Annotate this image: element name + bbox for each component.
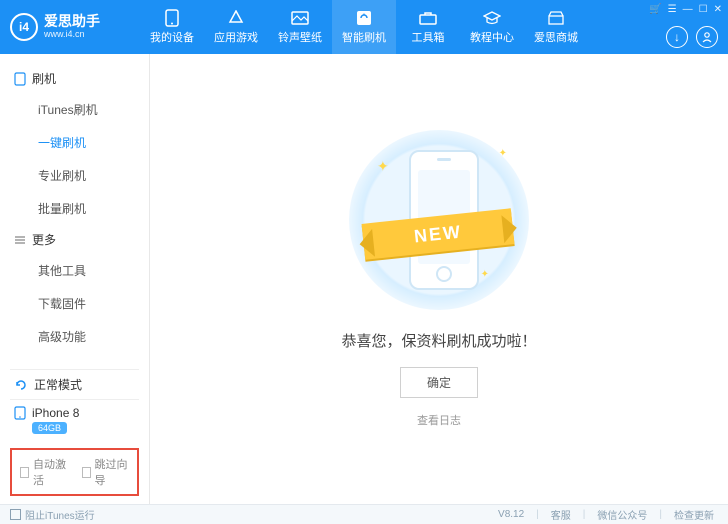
footer: 阻止iTunes运行 V8.12| 客服| 微信公众号| 检查更新 (0, 504, 728, 524)
window-controls: 🛒 ☰ — ☐ ✕ (649, 4, 722, 15)
app-icon (227, 9, 245, 27)
post-flash-options: 自动激活 跳过向导 (10, 448, 139, 496)
brand: i4 爱思助手 www.i4.cn (10, 13, 140, 41)
sparkle-icon: ✦ (481, 269, 489, 280)
graduation-icon (483, 9, 501, 27)
wechat-link[interactable]: 微信公众号 (593, 507, 651, 522)
phone-icon (163, 9, 181, 27)
topbar: i4 爱思助手 www.i4.cn 我的设备 应用游戏 铃声壁纸 智能刷机 工具… (0, 0, 728, 54)
nav-label: 教程中心 (470, 29, 514, 45)
refresh-icon (14, 378, 28, 392)
view-log-link[interactable]: 查看日志 (417, 412, 461, 428)
auto-activate-checkbox[interactable]: 自动激活 (20, 456, 68, 488)
settings-icon[interactable]: ☰ (668, 4, 677, 15)
sidebar-item-batch-flash[interactable]: 批量刷机 (0, 192, 149, 225)
nav-apps-games[interactable]: 应用游戏 (204, 0, 268, 54)
sparkle-icon: ✦ (377, 158, 389, 175)
sidebar-item-itunes-flash[interactable]: iTunes刷机 (0, 93, 149, 126)
ok-button[interactable]: 确定 (400, 367, 478, 398)
phone-outline-icon (14, 72, 26, 86)
nav-label: 铃声壁纸 (278, 29, 322, 45)
flash-icon (355, 9, 373, 27)
user-icon[interactable] (696, 26, 718, 48)
sidebar: 刷机 iTunes刷机 一键刷机 专业刷机 批量刷机 更多 其他工具 下载固件 … (0, 54, 150, 504)
sidebar-item-other-tools[interactable]: 其他工具 (0, 254, 149, 287)
success-message: 恭喜您，保资料刷机成功啦！ (341, 330, 536, 351)
version-label: V8.12 (494, 509, 528, 520)
top-nav: 我的设备 应用游戏 铃声壁纸 智能刷机 工具箱 教程中心 爱思商城 (140, 0, 588, 54)
mode-label: 正常模式 (34, 376, 82, 393)
toolbox-icon (419, 9, 437, 27)
storage-badge: 64GB (32, 422, 67, 434)
user-area: ↓ (666, 26, 718, 48)
skip-guide-checkbox[interactable]: 跳过向导 (82, 456, 130, 488)
nav-label: 工具箱 (412, 29, 445, 45)
device-icon (14, 406, 26, 420)
device-name: iPhone 8 (32, 406, 79, 420)
sidebar-heading-flash: 刷机 (0, 64, 149, 93)
check-update-link[interactable]: 检查更新 (670, 507, 718, 522)
nav-label: 我的设备 (150, 29, 194, 45)
nav-label: 爱思商城 (534, 29, 578, 45)
brand-title: 爱思助手 (44, 14, 100, 29)
maximize-icon[interactable]: ☐ (699, 4, 708, 15)
sidebar-item-pro-flash[interactable]: 专业刷机 (0, 159, 149, 192)
support-link[interactable]: 客服 (547, 507, 575, 522)
sidebar-heading-label: 刷机 (32, 70, 56, 87)
brand-subtitle: www.i4.cn (44, 30, 100, 40)
sidebar-heading-more: 更多 (0, 225, 149, 254)
nav-label: 应用游戏 (214, 29, 258, 45)
mode-row[interactable]: 正常模式 (10, 369, 139, 399)
block-itunes-checkbox[interactable]: 阻止iTunes运行 (10, 507, 95, 522)
sidebar-item-advanced[interactable]: 高级功能 (0, 320, 149, 353)
nav-tutorials[interactable]: 教程中心 (460, 0, 524, 54)
device-row[interactable]: iPhone 8 64GB (10, 399, 139, 440)
sparkle-icon: ✦ (499, 148, 507, 159)
brand-logo-icon: i4 (10, 13, 38, 41)
nav-ringtone-wallpaper[interactable]: 铃声壁纸 (268, 0, 332, 54)
image-icon (291, 9, 309, 27)
nav-toolbox[interactable]: 工具箱 (396, 0, 460, 54)
store-icon (547, 9, 565, 27)
more-icon (14, 234, 26, 246)
nav-smart-flash[interactable]: 智能刷机 (332, 0, 396, 54)
minimize-icon[interactable]: — (683, 4, 693, 15)
cart-icon[interactable]: 🛒 (649, 4, 661, 15)
main-panel: ✦ ✦ ✦ NEW 恭喜您，保资料刷机成功啦！ 确定 查看日志 (150, 54, 728, 504)
success-illustration: ✦ ✦ ✦ NEW (349, 130, 529, 310)
nav-my-device[interactable]: 我的设备 (140, 0, 204, 54)
nav-label: 智能刷机 (342, 29, 386, 45)
close-icon[interactable]: ✕ (714, 4, 722, 15)
sidebar-item-download-firmware[interactable]: 下载固件 (0, 287, 149, 320)
download-icon[interactable]: ↓ (666, 26, 688, 48)
sidebar-heading-label: 更多 (32, 231, 56, 248)
nav-store[interactable]: 爱思商城 (524, 0, 588, 54)
sidebar-item-oneclick-flash[interactable]: 一键刷机 (0, 126, 149, 159)
